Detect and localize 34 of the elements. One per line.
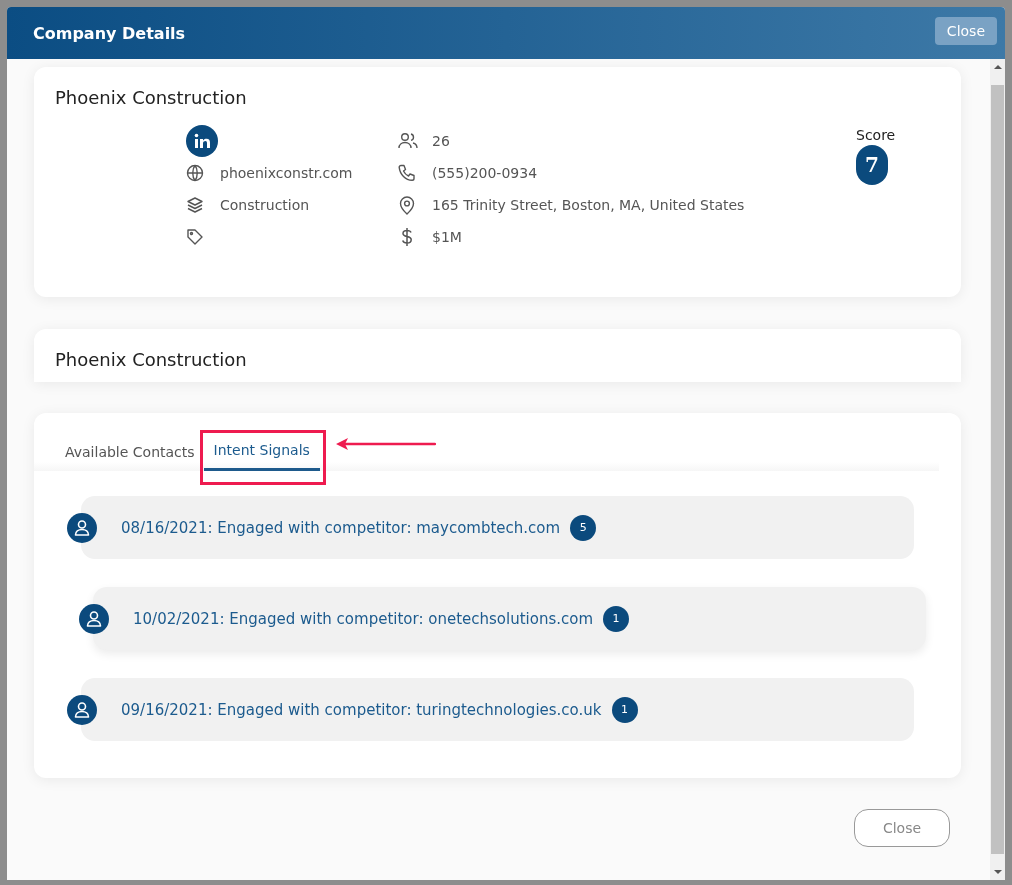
tab[interactable]: Intent Signals [203, 442, 320, 471]
dialog-title: Company Details [33, 23, 186, 43]
close-button[interactable]: Close [854, 809, 950, 847]
signal-row[interactable]: 09/16/2021: Engaged with competitor: turingtechnologies.co.uk 1 [81, 678, 914, 741]
tag-icon [186, 228, 204, 246]
people-icon [398, 132, 418, 150]
signal-row[interactable]: 08/16/2021: Engaged with competitor: maycombtech.com 5 [81, 496, 914, 559]
scrollbar[interactable] [990, 59, 1005, 880]
tab[interactable]: Available Contacts [62, 444, 198, 471]
user-icon [79, 603, 109, 634]
count-badge: 5 [570, 514, 597, 541]
detail-value: 165 Trinity Street, Boston, MA, United States [432, 197, 745, 213]
detail-value: phoenixconstr.com [220, 165, 353, 181]
company-name: Phoenix Construction [55, 87, 248, 108]
signal-text: 09/16/2021: Engaged with competitor: turingtechnologies.co.uk [121, 700, 602, 719]
detail-value: 26 [432, 133, 450, 149]
signal-row[interactable]: 10/02/2021: Engaged with competitor: onetechsolutions.com 1 [93, 587, 926, 650]
detail-value: (555)200-0934 [432, 165, 538, 181]
linkedin-icon[interactable] [186, 125, 218, 157]
score-badge: 7 [856, 145, 888, 185]
user-icon [67, 694, 97, 725]
company-name: Phoenix Construction [55, 349, 248, 370]
globe-icon [186, 164, 204, 182]
layers-icon [186, 196, 204, 214]
detail-value: $1M [432, 229, 462, 245]
signal-text: 10/02/2021: Engaged with competitor: onetechsolutions.com [133, 609, 594, 628]
signal-text: 08/16/2021: Engaged with competitor: maycombtech.com [121, 518, 561, 537]
count-badge: 1 [603, 605, 630, 632]
count-badge: 1 [611, 696, 638, 723]
phone-icon [398, 164, 416, 182]
location-pin-icon [398, 195, 416, 215]
user-icon [67, 512, 97, 543]
detail-value: Construction [220, 197, 310, 213]
score-label: Score [856, 127, 896, 143]
